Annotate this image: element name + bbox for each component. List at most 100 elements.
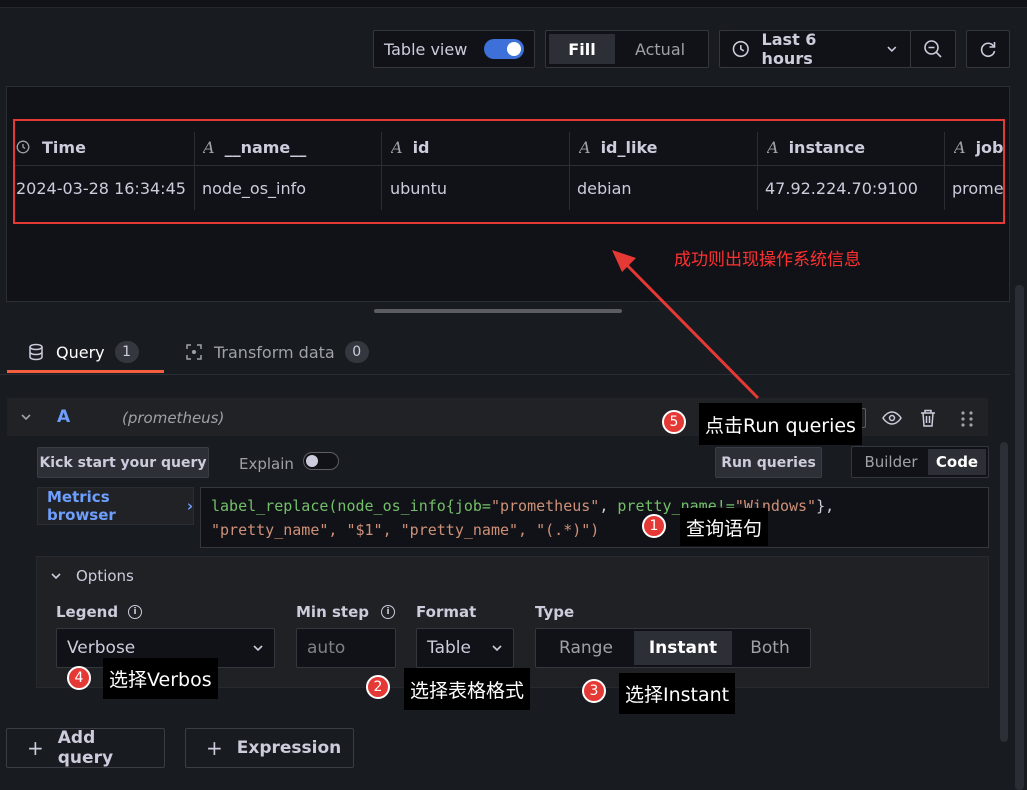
chevron-down-icon	[492, 645, 502, 652]
legend-label-text: Legend	[56, 603, 119, 621]
step-2-marker: 2	[366, 675, 390, 699]
column-header-job[interactable]: A job	[954, 130, 1004, 164]
column-divider	[757, 132, 758, 210]
column-label: Time	[42, 137, 86, 157]
type-label: Type	[535, 603, 575, 621]
code-button[interactable]: Code	[928, 449, 986, 475]
table-cell: node_os_info	[202, 178, 307, 198]
format-select[interactable]: Table	[416, 628, 514, 668]
table-cell: 2024-03-28 16:34:45	[16, 178, 186, 198]
info-icon[interactable]: i	[128, 605, 143, 619]
table-view-label: Table view	[384, 39, 468, 59]
metrics-browser-button[interactable]: Metrics browser ›	[37, 487, 194, 525]
expression-line-1: label_replace(node_os_info{job="promethe…	[211, 494, 978, 518]
chevron-down-icon	[887, 46, 897, 53]
column-header-instance[interactable]: A instance	[767, 130, 947, 164]
database-icon	[29, 343, 43, 361]
expr-part: ,	[599, 497, 618, 515]
info-icon[interactable]: i	[380, 605, 395, 619]
top-bar	[0, 0, 1027, 8]
column-header-id[interactable]: A id	[391, 130, 571, 164]
table-view-toggle[interactable]: Table view	[373, 30, 535, 68]
column-label: id	[412, 137, 430, 157]
add-query-button[interactable]: + Add query	[6, 728, 165, 768]
tabs-divider	[0, 374, 1010, 375]
expression-label: Expression	[236, 738, 342, 758]
column-header-time[interactable]: Time	[16, 130, 196, 164]
run-queries-button[interactable]: Run queries	[715, 447, 822, 478]
step-4-marker: 4	[67, 666, 91, 690]
tab-query[interactable]: Query 1	[28, 338, 139, 366]
table-cell: prometheus	[952, 178, 1004, 198]
eye-icon[interactable]	[882, 408, 902, 428]
time-range-picker[interactable]: Last 6 hours	[719, 30, 911, 68]
min-step-input[interactable]: auto	[296, 628, 396, 668]
transform-icon	[186, 344, 202, 360]
string-type-icon: A	[579, 137, 591, 157]
type-radio-group: Range Instant Both	[535, 628, 811, 668]
kick-start-button[interactable]: Kick start your query	[37, 447, 209, 478]
expr-part: job=	[454, 497, 491, 515]
type-range-option[interactable]: Range	[538, 631, 634, 665]
plus-icon: +	[27, 736, 44, 760]
type-both-option[interactable]: Both	[732, 631, 808, 665]
legend-label: Legend i	[56, 603, 143, 621]
plus-icon: +	[206, 736, 223, 760]
column-label: id_like	[600, 137, 658, 157]
query-datasource: (prometheus)	[122, 409, 225, 427]
tab-label: Transform data	[214, 342, 335, 362]
refresh-button[interactable]	[966, 30, 1010, 68]
table-view-switch[interactable]	[484, 39, 524, 59]
active-tab-indicator	[7, 370, 164, 373]
fill-button[interactable]: Fill	[549, 34, 615, 64]
query-ref-id[interactable]: A	[57, 407, 70, 427]
format-value: Table	[427, 638, 471, 658]
column-header-name[interactable]: A __name__	[203, 130, 383, 164]
clock-icon	[16, 140, 30, 154]
actual-button[interactable]: Actual	[615, 34, 705, 64]
trash-icon[interactable]	[919, 408, 937, 428]
expr-part: },	[816, 497, 835, 515]
builder-code-toggle: Builder Code	[851, 446, 989, 478]
options-label: Options	[76, 567, 134, 585]
scrollbar[interactable]	[1015, 285, 1024, 790]
chevron-down-icon	[253, 645, 263, 652]
clock-icon	[732, 40, 749, 58]
string-type-icon: A	[391, 137, 403, 157]
step-1-callout: 查询语句	[680, 508, 769, 546]
table-cell: debian	[577, 178, 632, 198]
editor-scrollbar[interactable]	[1000, 442, 1008, 742]
step-3-marker: 3	[582, 679, 606, 703]
builder-button[interactable]: Builder	[854, 449, 928, 475]
metrics-browser-label: Metrics browser	[47, 488, 116, 524]
column-divider	[944, 132, 945, 210]
chevron-right-icon: ›	[186, 497, 193, 515]
drag-handle-icon[interactable]	[960, 410, 974, 428]
explain-label: Explain	[239, 455, 294, 473]
query-expression-editor[interactable]: label_replace(node_os_info{job="promethe…	[200, 487, 989, 548]
string-type-icon: A	[954, 137, 966, 157]
options-header[interactable]: Options	[50, 567, 134, 585]
column-header-id-like[interactable]: A id_like	[579, 130, 759, 164]
explain-toggle[interactable]	[303, 452, 339, 470]
column-divider	[569, 132, 570, 210]
step-5-marker: 5	[662, 410, 686, 434]
zoom-out-icon	[924, 40, 942, 58]
zoom-out-button[interactable]	[910, 30, 956, 68]
tab-count-badge: 1	[114, 341, 139, 363]
chevron-down-icon	[51, 573, 61, 580]
type-instant-option[interactable]: Instant	[634, 631, 732, 665]
step-3-callout: 选择Instant	[619, 673, 736, 714]
step-4-callout: 选择Verbos	[103, 658, 218, 699]
expr-part: "prometheus"	[490, 497, 600, 515]
chevron-down-icon[interactable]	[20, 411, 32, 423]
step-1-marker: 1	[642, 514, 666, 538]
tab-count-badge: 0	[344, 341, 369, 363]
expression-button[interactable]: + Expression	[185, 728, 354, 768]
column-label: instance	[788, 137, 866, 157]
panel-resize-handle[interactable]	[374, 309, 622, 313]
column-divider	[381, 132, 382, 210]
add-query-label: Add query	[57, 728, 114, 768]
refresh-icon	[980, 42, 996, 58]
tab-transform-data[interactable]: Transform data 0	[186, 338, 369, 366]
